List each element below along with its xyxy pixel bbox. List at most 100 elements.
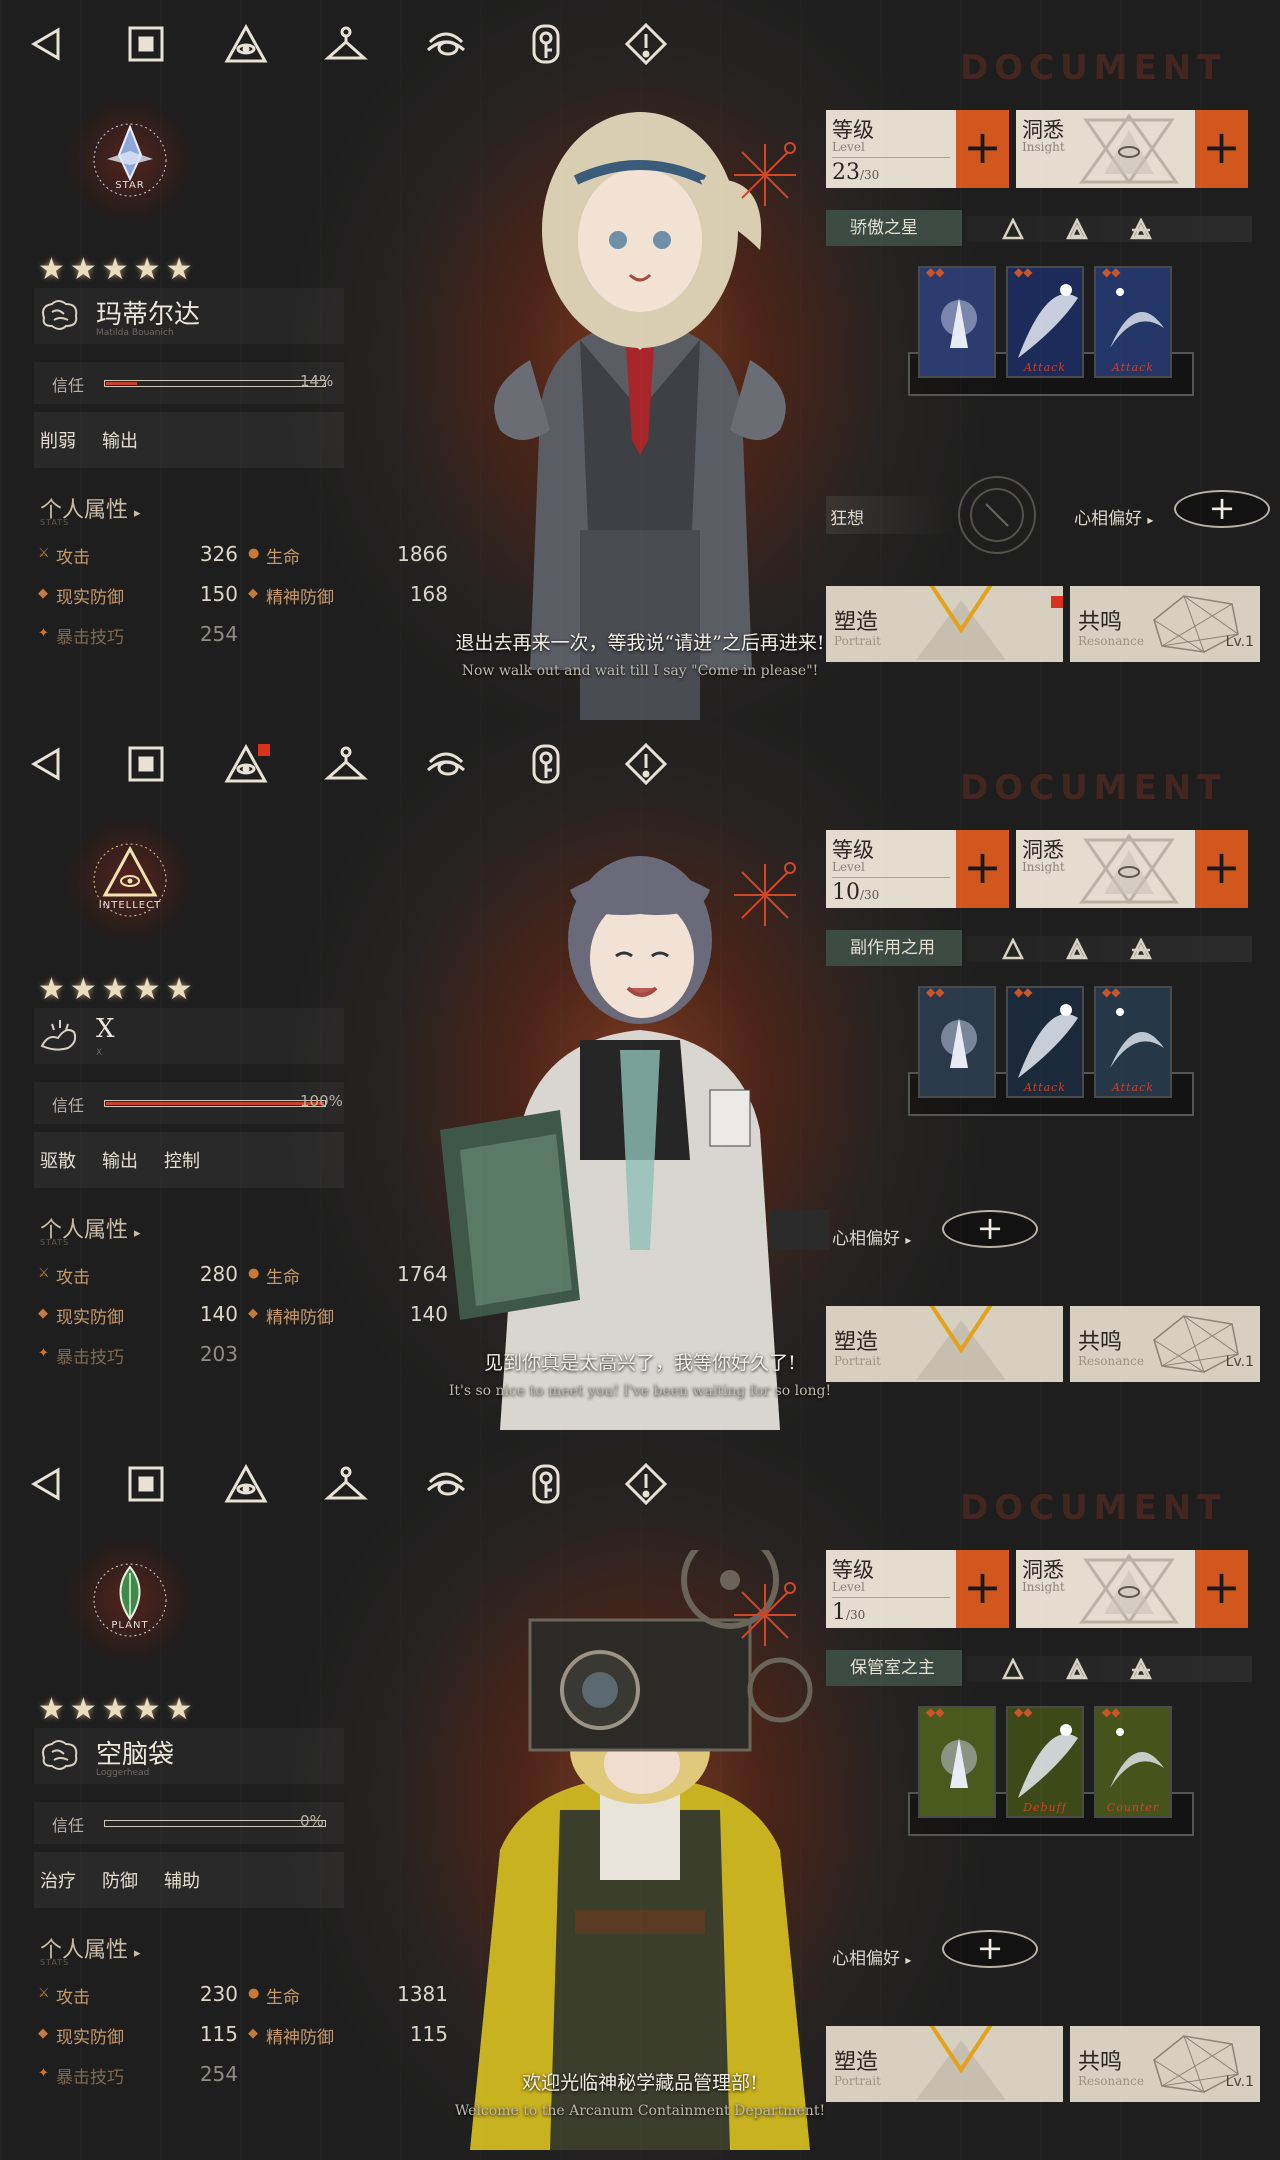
key-icon[interactable] [520,18,572,70]
top-toolbar [20,738,672,790]
add-preference-button[interactable]: + [942,1210,1038,1248]
dialogue-box: 退出去再来一次，等我说“请进”之后再进来! Now walk out and wa… [0,628,1280,679]
key-icon[interactable] [520,1458,572,1510]
insight-card[interactable]: 洞悉 Insight + [1016,110,1248,188]
tier-1-icon[interactable] [1001,1657,1025,1680]
card-type-label: Attack [1024,1081,1066,1094]
stat-attack: ⚔ 攻击 230 [38,1980,238,2010]
back-icon[interactable] [20,738,72,790]
trust-label: 信任 [52,1816,85,1835]
level-card[interactable]: 等级 Level 10/30 + [826,830,1009,908]
affiliation-emblem: PLANT [65,1535,195,1665]
alert-icon[interactable] [620,738,672,790]
character-name: 玛蒂尔达 [96,300,201,330]
dialogue-cn: 见到你真是太高兴了，我等你好久了! [484,1352,796,1374]
skill-card[interactable]: ◆◆ Debuff [1006,1706,1084,1818]
key-icon[interactable] [520,738,572,790]
eye-triangle-icon[interactable] [220,18,272,70]
skill-card[interactable]: ◆◆ [918,266,996,378]
card-rank-dots: ◆◆ [926,1706,945,1719]
eye-triangle-icon[interactable] [220,1458,272,1510]
back-icon[interactable] [20,1458,72,1510]
alert-icon[interactable] [620,1458,672,1510]
level-sub: Level [832,860,865,874]
level-value: 23/30 [832,160,879,185]
insight-card[interactable]: 洞悉 Insight + [1016,1550,1248,1628]
skill-card[interactable]: ◆◆ Attack [1006,266,1084,378]
hanger-icon[interactable] [320,18,372,70]
rarity-stars: ★★★★★ [38,252,198,287]
role-tag: 输出 [102,431,138,452]
insight-sub: Insight [1022,140,1065,154]
back-icon[interactable] [20,18,72,70]
card-rank-dots: ◆◆ [926,986,945,999]
level-card[interactable]: 等级 Level 1/30 + [826,1550,1009,1628]
stat-value: 230 [199,1982,238,2006]
skill-card[interactable]: ◆◆ Attack [1006,986,1084,1098]
divider [832,157,950,158]
role-tags: 治疗 防御 辅助 [34,1852,344,1908]
skill-card[interactable]: ◆◆ Counter [1094,1706,1172,1818]
tier-3-icon[interactable] [1129,217,1153,240]
mania-ring-icon [956,474,1038,556]
alert-icon[interactable] [620,18,672,70]
level-value: 10/30 [832,880,879,905]
tier-2-icon[interactable] [1065,1657,1089,1680]
role-tags: 驱散 输出 控制 [34,1132,344,1188]
level-current: 1 [832,1600,846,1625]
insight-card[interactable]: 洞悉 Insight + [1016,830,1248,908]
insight-up-button[interactable]: + [1195,110,1248,188]
home-icon[interactable] [120,738,172,790]
tier-3-icon[interactable] [1129,937,1153,960]
stat-reality-defense: ◆ 现实防御 115 [38,2020,238,2050]
dialogue-cn: 退出去再来一次，等我说“请进”之后再进来! [455,632,825,654]
insight-up-button[interactable]: + [1195,1550,1248,1628]
affiliation-label: INTELLECT [98,900,162,911]
add-preference-button[interactable]: + [1174,490,1270,528]
swirl-icon[interactable] [420,18,472,70]
trust-fill [106,382,137,385]
trust-value: 100% [300,1092,343,1110]
insight-up-button[interactable]: + [1195,830,1248,908]
home-icon[interactable] [120,1458,172,1510]
card-rank-dots: ◆◆ [1102,986,1121,999]
home-icon[interactable] [120,18,172,70]
level-up-button[interactable]: + [956,1550,1009,1628]
hanger-icon[interactable] [320,738,372,790]
swirl-icon[interactable] [420,1458,472,1510]
skill-name-tab[interactable]: 保管室之主 [826,1650,962,1686]
rarity-stars: ★★★★★ [38,972,198,1007]
health-icon: ● [248,1986,260,2001]
level-up-button[interactable]: + [956,830,1009,908]
hanger-icon[interactable] [320,1458,372,1510]
skill-cards: ◆◆ ◆◆ Attack ◆◆ Attack [908,266,1208,416]
tier-1-icon[interactable] [1001,937,1025,960]
tier-2-icon[interactable] [1065,937,1089,960]
trust-meter: 信任 14% [34,362,344,404]
psyche-preference[interactable]: 心相偏好 ▸ + [832,1210,1038,1252]
stat-value: 150 [199,582,238,606]
skill-card[interactable]: ◆◆ Attack [1094,986,1172,1098]
tier-1-icon[interactable] [1001,217,1025,240]
card-type-label: Debuff [1023,1801,1067,1814]
add-preference-button[interactable]: + [942,1930,1038,1968]
psyche-preference[interactable]: 心相偏好 ▸ + [832,1930,1038,1972]
document-watermark: DOCUMENT [960,1488,1227,1528]
dialogue-en: Now walk out and wait till I say "Come i… [461,663,819,679]
skill-card[interactable]: ◆◆ Attack [1094,266,1172,378]
tier-2-icon[interactable] [1065,217,1089,240]
level-card[interactable]: 等级 Level 23/30 + [826,110,1009,188]
skill-card[interactable]: ◆◆ [918,1706,996,1818]
mania-row[interactable]: 狂想 [826,496,956,534]
swirl-icon[interactable] [420,738,472,790]
skill-card[interactable]: ◆◆ [918,986,996,1098]
preference-label: 心相偏好 ▸ [1074,504,1153,529]
tier-3-icon[interactable] [1129,1657,1153,1680]
trust-bar [104,1100,326,1107]
eye-triangle-icon[interactable] [220,738,272,790]
preference-label: 心相偏好 ▸ [832,1944,911,1969]
skill-name-tab[interactable]: 骄傲之星 [826,210,962,246]
psyche-preference[interactable]: 心相偏好 ▸ + [1074,490,1270,532]
level-up-button[interactable]: + [956,110,1009,188]
skill-name-tab[interactable]: 副作用之用 [826,930,962,966]
